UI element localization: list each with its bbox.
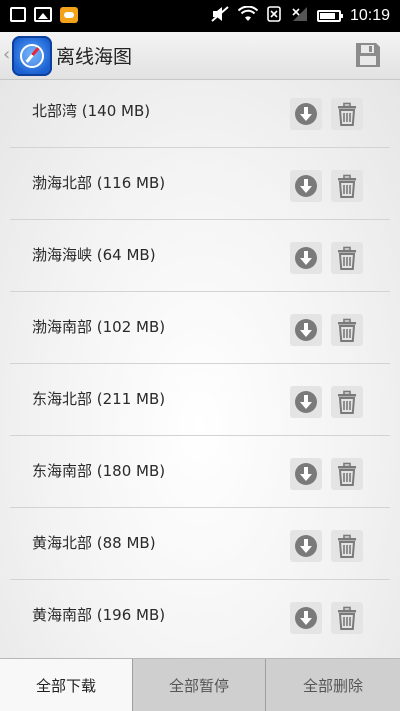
region-list[interactable]: 北部湾 (140 MB) 渤海北部 (116 MB) 渤海海峡 (64 MB) 渤海南… xyxy=(0,80,400,658)
region-label: 渤海海峡 (64 MB) xyxy=(32,246,156,264)
status-bar: 10:19 xyxy=(0,0,400,32)
delete-button[interactable] xyxy=(331,170,363,202)
bottom-bar: 全部下载 全部暂停 全部删除 xyxy=(0,658,400,711)
list-item[interactable]: 渤海海峡 (64 MB) xyxy=(0,220,400,292)
download-icon xyxy=(295,319,317,341)
list-item[interactable]: 东海北部 (211 MB) xyxy=(0,364,400,436)
list-item[interactable]: 渤海北部 (116 MB) xyxy=(0,148,400,220)
download-icon xyxy=(295,103,317,125)
region-label: 渤海北部 (116 MB) xyxy=(32,174,166,192)
battery-icon xyxy=(316,10,343,22)
delete-all-button[interactable]: 全部删除 xyxy=(266,659,400,711)
trash-icon xyxy=(338,606,356,630)
save-icon xyxy=(356,43,380,67)
download-button[interactable] xyxy=(290,602,322,634)
list-item[interactable]: 东海南部 (180 MB) xyxy=(0,436,400,508)
mute-icon xyxy=(211,6,229,26)
trash-icon xyxy=(338,462,356,486)
list-item[interactable]: 黄海南部 (196 MB) xyxy=(0,580,400,652)
region-label: 渤海南部 (102 MB) xyxy=(32,318,166,336)
download-icon xyxy=(295,535,317,557)
pause-all-button[interactable]: 全部暂停 xyxy=(133,659,266,711)
download-button[interactable] xyxy=(290,530,322,562)
download-button[interactable] xyxy=(290,170,322,202)
message-icon xyxy=(10,7,26,22)
trash-icon xyxy=(338,174,356,198)
download-icon xyxy=(295,463,317,485)
download-button[interactable] xyxy=(290,386,322,418)
list-item[interactable]: 北部湾 (140 MB) xyxy=(0,80,400,148)
region-label: 北部湾 (140 MB) xyxy=(32,102,151,120)
back-icon[interactable]: ‹ xyxy=(3,44,10,65)
image-icon xyxy=(34,7,52,22)
list-item[interactable]: 渤海南部 (102 MB) xyxy=(0,292,400,364)
delete-button[interactable] xyxy=(331,602,363,634)
no-sim-icon xyxy=(267,6,281,26)
game-icon xyxy=(60,7,78,23)
region-label: 黄海南部 (196 MB) xyxy=(32,606,166,624)
region-label: 东海北部 (211 MB) xyxy=(32,390,166,408)
trash-icon xyxy=(338,534,356,558)
download-button[interactable] xyxy=(290,242,322,274)
delete-button[interactable] xyxy=(331,242,363,274)
download-all-button[interactable]: 全部下载 xyxy=(0,659,133,711)
delete-button[interactable] xyxy=(331,530,363,562)
download-icon xyxy=(295,391,317,413)
download-icon xyxy=(295,247,317,269)
trash-icon xyxy=(338,390,356,414)
delete-button[interactable] xyxy=(331,458,363,490)
trash-icon xyxy=(338,102,356,126)
action-bar: ‹ 离线海图 xyxy=(0,32,400,80)
trash-icon xyxy=(338,246,356,270)
status-time: 10:19 xyxy=(349,7,390,24)
list-item[interactable]: 黄海北部 (88 MB) xyxy=(0,508,400,580)
download-button[interactable] xyxy=(290,314,322,346)
delete-button[interactable] xyxy=(331,386,363,418)
save-button[interactable] xyxy=(354,41,382,69)
download-button[interactable] xyxy=(290,458,322,490)
delete-button[interactable] xyxy=(331,98,363,130)
trash-icon xyxy=(338,318,356,342)
delete-button[interactable] xyxy=(331,314,363,346)
wifi-icon xyxy=(237,5,259,26)
region-label: 东海南部 (180 MB) xyxy=(32,462,166,480)
signal-icon xyxy=(290,6,308,26)
region-label: 黄海北部 (88 MB) xyxy=(32,534,156,552)
app-logo-icon[interactable] xyxy=(12,36,52,76)
page-title: 离线海图 xyxy=(56,46,133,68)
download-icon xyxy=(295,607,317,629)
download-button[interactable] xyxy=(290,98,322,130)
download-icon xyxy=(295,175,317,197)
